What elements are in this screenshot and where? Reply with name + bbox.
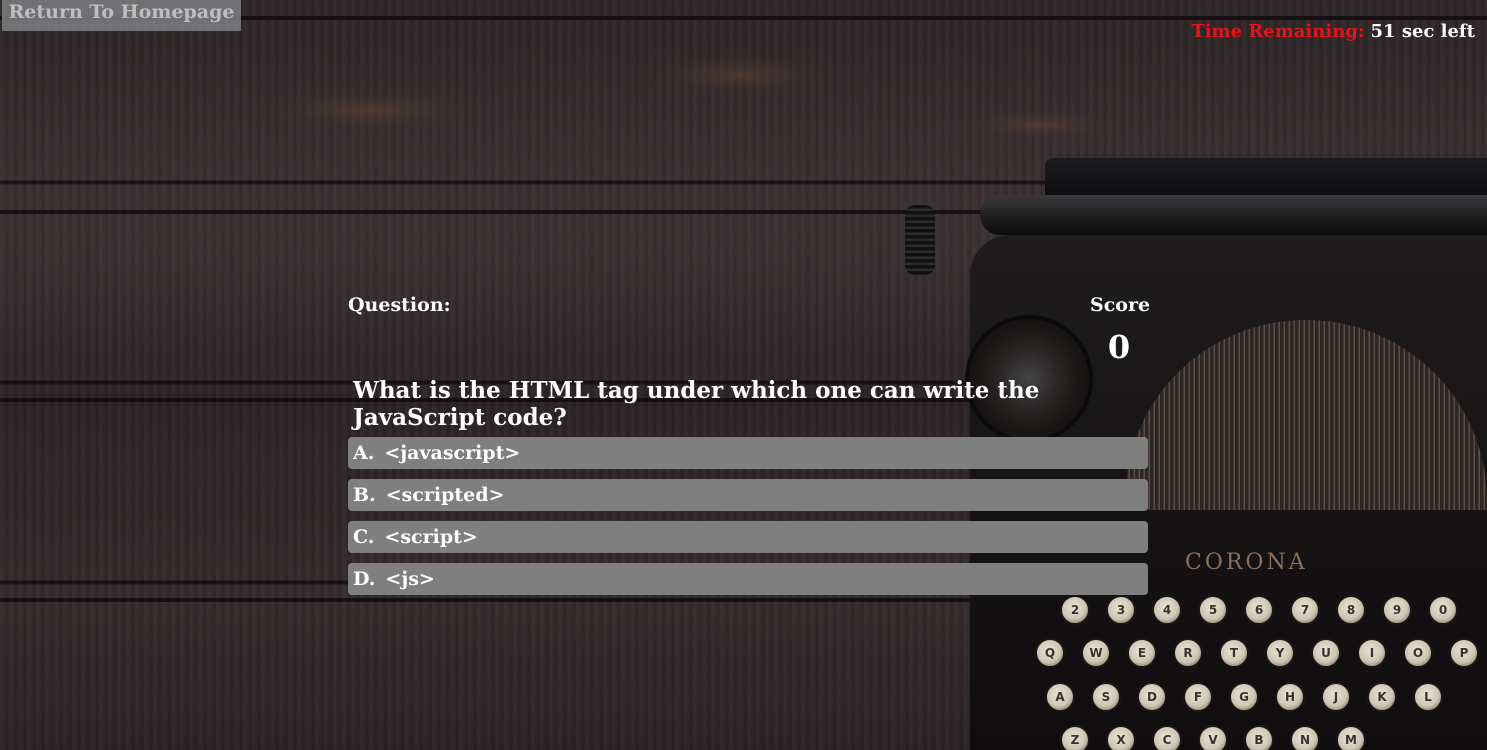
typewriter-key: L — [1413, 682, 1443, 712]
wood-knot — [960, 110, 1120, 140]
answer-option-b[interactable]: B. <scripted> — [348, 479, 1148, 511]
typewriter-key: 7 — [1290, 595, 1320, 625]
typewriter-brand: CORONA — [1185, 550, 1308, 575]
return-home-button[interactable]: Return To Homepage — [2, 0, 241, 31]
typewriter-key: 8 — [1336, 595, 1366, 625]
answer-option-c[interactable]: C. <script> — [348, 521, 1148, 553]
typewriter-key: R — [1173, 638, 1203, 668]
answer-option-d[interactable]: D. <js> — [348, 563, 1148, 595]
typewriter-key: K — [1367, 682, 1397, 712]
typewriter-top — [1045, 158, 1487, 198]
typewriter-key: E — [1127, 638, 1157, 668]
typewriter-key: M — [1336, 725, 1366, 750]
answer-letter: D. — [353, 568, 376, 590]
typewriter-key: T — [1219, 638, 1249, 668]
answer-option-a[interactable]: A. <javascript> — [348, 437, 1148, 469]
timer: Time Remaining: 51 sec left — [1191, 21, 1475, 42]
typewriter-key: 5 — [1198, 595, 1228, 625]
timer-value: 51 sec left — [1370, 21, 1475, 42]
typewriter-knob — [905, 205, 935, 275]
typewriter-key: J — [1321, 682, 1351, 712]
typewriter-key: S — [1091, 682, 1121, 712]
answer-letter: B. — [353, 484, 376, 506]
typewriter-key: V — [1198, 725, 1228, 750]
typewriter-key: 9 — [1382, 595, 1412, 625]
timer-label: Time Remaining: — [1191, 21, 1365, 42]
question-text: What is the HTML tag under which one can… — [353, 377, 1040, 431]
typewriter-key: Z — [1060, 725, 1090, 750]
answer-text: <javascript> — [384, 442, 521, 464]
typewriter-roller — [980, 195, 1487, 235]
answer-list: A. <javascript> B. <scripted> C. <script> D… — [348, 437, 1148, 605]
typewriter-key: I — [1357, 638, 1387, 668]
typewriter-key: X — [1106, 725, 1136, 750]
typewriter-key: F — [1183, 682, 1213, 712]
typewriter-key: D — [1137, 682, 1167, 712]
typewriter-key: O — [1403, 638, 1433, 668]
typewriter-key: 0 — [1428, 595, 1458, 625]
typewriter-key: C — [1152, 725, 1182, 750]
answer-text: <js> — [385, 568, 435, 590]
typewriter-key: Y — [1265, 638, 1295, 668]
typewriter-key: Q — [1035, 638, 1065, 668]
score-label: Score — [1090, 294, 1151, 316]
answer-text: <scripted> — [385, 484, 505, 506]
typewriter-key: H — [1275, 682, 1305, 712]
typewriter-key: 4 — [1152, 595, 1182, 625]
typewriter-key: U — [1311, 638, 1341, 668]
question-label: Question: — [348, 294, 451, 316]
answer-letter: C. — [353, 526, 375, 548]
typewriter-key: N — [1290, 725, 1320, 750]
typewriter-key: G — [1229, 682, 1259, 712]
score-value: 0 — [1107, 328, 1131, 366]
typewriter-key: A — [1045, 682, 1075, 712]
wood-knot — [650, 55, 830, 95]
answer-text: <script> — [384, 526, 478, 548]
answer-letter: A. — [353, 442, 375, 464]
typewriter-keys: 234567890QWERTYUIOPASDFGHJKLZXCVBNM — [995, 590, 1487, 750]
typewriter-key: 6 — [1244, 595, 1274, 625]
typewriter-key: W — [1081, 638, 1111, 668]
typewriter-key: P — [1449, 638, 1479, 668]
typewriter-key: B — [1244, 725, 1274, 750]
wood-knot — [260, 90, 480, 130]
